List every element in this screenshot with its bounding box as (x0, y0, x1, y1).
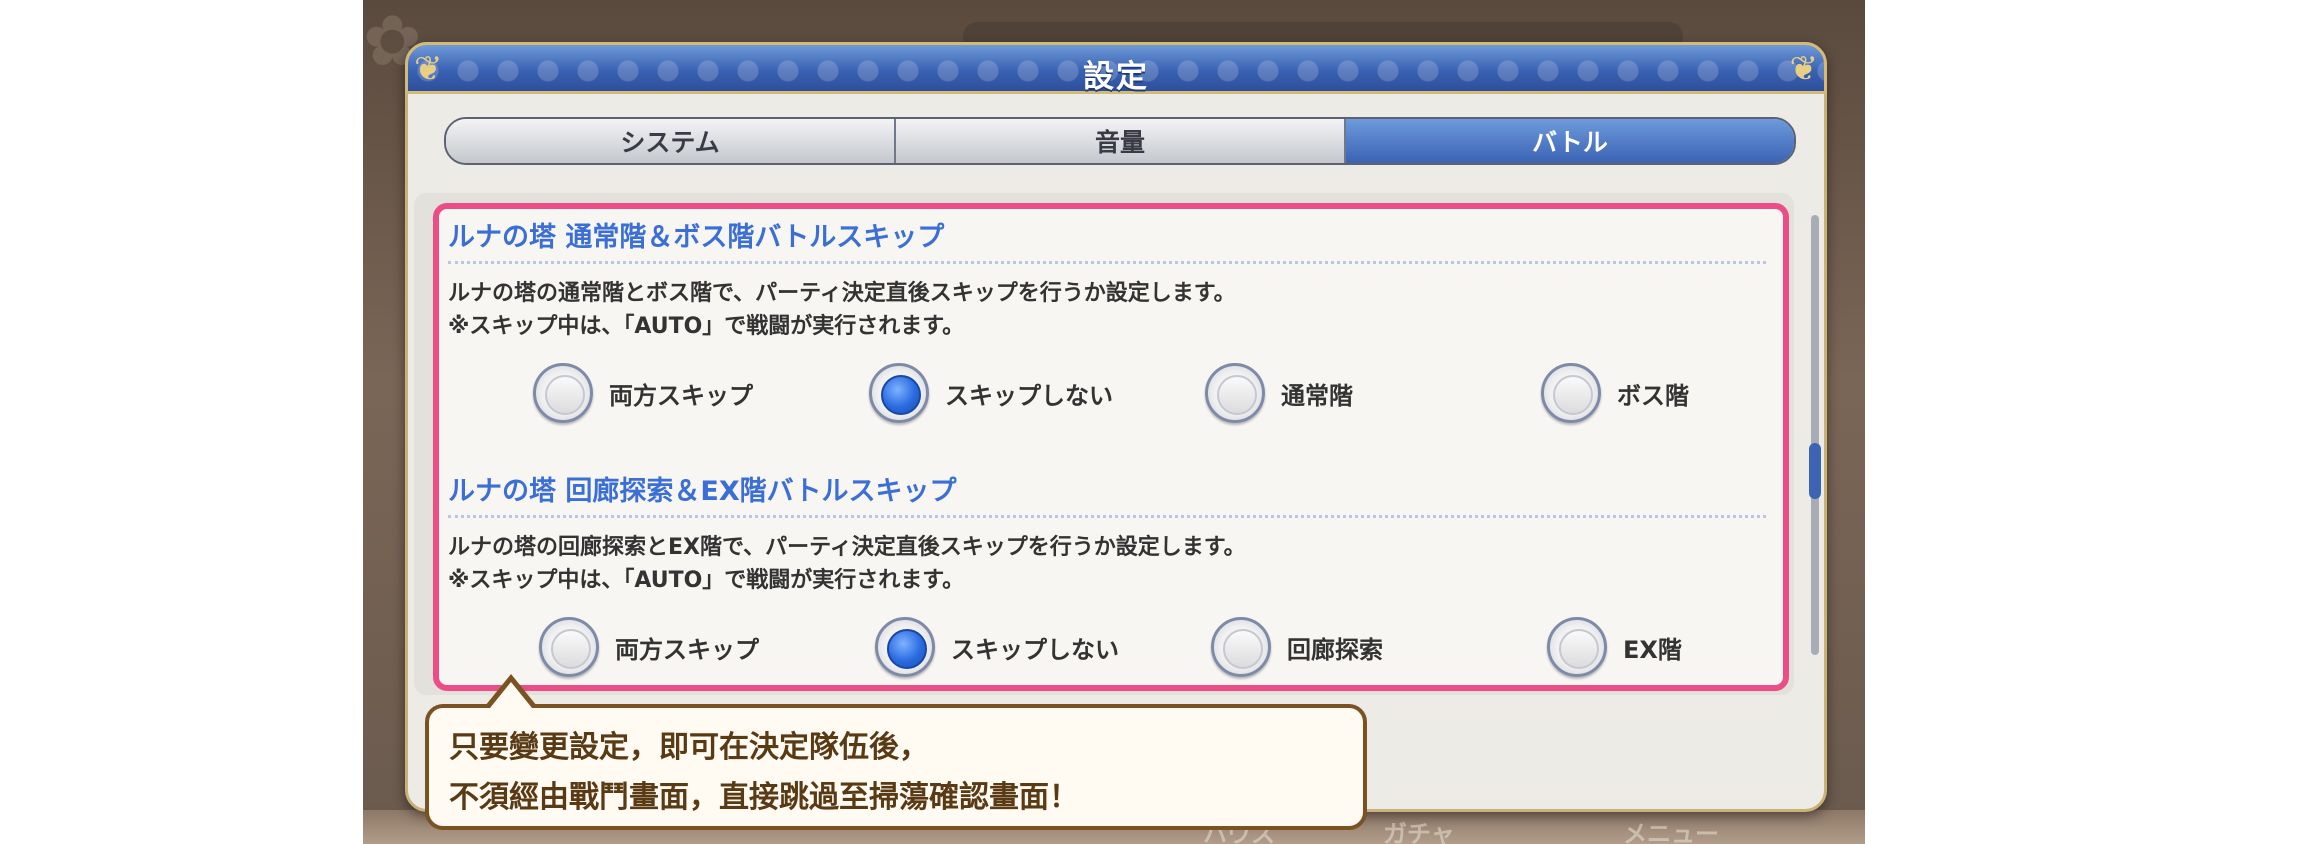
option-normal-floor[interactable]: 通常階 (1205, 363, 1353, 423)
option-both-skip[interactable]: 両方スキップ (533, 363, 753, 423)
option-label: ボス階 (1617, 381, 1689, 410)
dialog-title-bar: ❦ 設定 ❦ (405, 42, 1827, 95)
option-label: 両方スキップ (615, 635, 759, 664)
radio-button-selected[interactable] (875, 617, 935, 677)
option-both-skip[interactable]: 両方スキップ (539, 617, 759, 677)
settings-dialog: ❦ 設定 ❦ システム 音量 バトル ルナの塔 通常階＆ボス階バトルスキップ ル… (405, 42, 1827, 812)
option-no-skip[interactable]: スキップしない (875, 617, 1119, 677)
option-label: スキップしない (945, 381, 1113, 410)
radio-button[interactable] (1541, 363, 1601, 423)
callout-line-2: 不須經由戰鬥畫面，直接跳過至掃蕩確認畫面！ (449, 780, 1079, 815)
description-note: ※スキップ中は、「AUTO」で戦闘が実行されます。 (448, 314, 965, 339)
description-line: ルナの塔の回廊探索とEX階で、パーティ決定直後スキップを行うか設定します。 (448, 535, 1246, 560)
radio-button[interactable] (539, 617, 599, 677)
tab-volume[interactable]: 音量 (896, 119, 1346, 163)
option-corridor[interactable]: 回廊探索 (1211, 617, 1383, 677)
dialog-title: 設定 (1083, 59, 1149, 95)
radio-button-selected[interactable] (869, 363, 929, 423)
radio-button[interactable] (1211, 617, 1271, 677)
section-divider (448, 261, 1766, 264)
radio-button[interactable] (1547, 617, 1607, 677)
nav-gacha[interactable]: ガチャ (1383, 814, 1455, 844)
description-line: ルナの塔の通常階とボス階で、パーティ決定直後スキップを行うか設定します。 (448, 281, 1236, 306)
option-ex-floor[interactable]: EX階 (1547, 617, 1682, 677)
scrollbar-thumb[interactable] (1809, 443, 1821, 499)
callout-line-1: 只要變更設定，即可在決定隊伍後， (449, 730, 929, 765)
radio-button[interactable] (533, 363, 593, 423)
callout-pointer-fill (490, 682, 532, 708)
settings-tabs: システム 音量 バトル (444, 117, 1796, 165)
game-screen: ✿ ハウス ガチャ メニュー ❦ 設定 ❦ システム 音量 バトル ルナの塔 通… (363, 0, 1865, 844)
section-divider (448, 515, 1766, 518)
scrollbar-track[interactable] (1811, 215, 1819, 655)
option-label: 通常階 (1281, 381, 1353, 410)
tab-battle[interactable]: バトル (1346, 119, 1794, 163)
option-label: スキップしない (951, 635, 1119, 664)
description-note: ※スキップ中は、「AUTO」で戦闘が実行されます。 (448, 568, 965, 593)
nav-menu[interactable]: メニュー (1623, 814, 1719, 844)
tip-callout: 只要變更設定，即可在決定隊伍後， 不須經由戰鬥畫面，直接跳過至掃蕩確認畫面！ (425, 704, 1367, 830)
option-label: 回廊探索 (1287, 635, 1383, 664)
option-label: 両方スキップ (609, 381, 753, 410)
battle-skip-settings: ルナの塔 通常階＆ボス階バトルスキップ ルナの塔の通常階とボス階で、パーティ決定… (433, 203, 1789, 691)
option-boss-floor[interactable]: ボス階 (1541, 363, 1689, 423)
section-description: ルナの塔の回廊探索とEX階で、パーティ決定直後スキップを行うか設定します。 ※ス… (448, 531, 1246, 597)
option-no-skip[interactable]: スキップしない (869, 363, 1113, 423)
corner-ornament-icon: ❦ (1789, 49, 1819, 89)
option-label: EX階 (1623, 635, 1682, 664)
section-title: ルナの塔 通常階＆ボス階バトルスキップ (448, 222, 945, 253)
section-title: ルナの塔 回廊探索＆EX階バトルスキップ (448, 476, 957, 507)
section-description: ルナの塔の通常階とボス階で、パーティ決定直後スキップを行うか設定します。 ※スキ… (448, 277, 1236, 343)
tab-system[interactable]: システム (446, 119, 896, 163)
radio-button[interactable] (1205, 363, 1265, 423)
